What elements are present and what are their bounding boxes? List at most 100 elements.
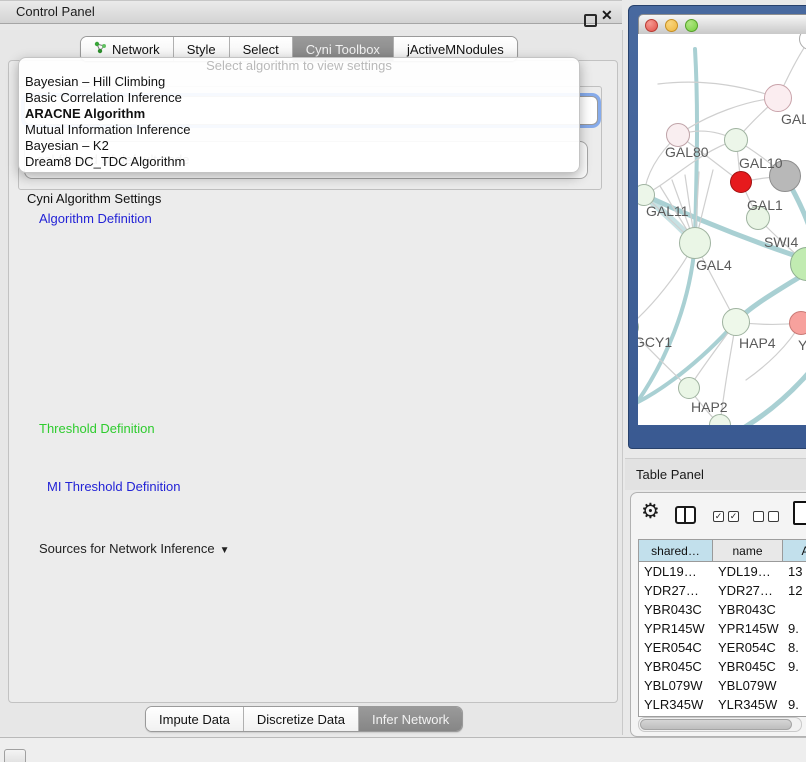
corner-button[interactable] bbox=[4, 749, 26, 762]
table-cell: 8. bbox=[783, 638, 806, 657]
table-row[interactable]: YBR043CYBR043C bbox=[639, 600, 806, 619]
network-icon bbox=[94, 41, 107, 57]
tab-label: Style bbox=[187, 42, 216, 57]
algorithm-dropdown-popup: Select algorithm to view settingsBayesia… bbox=[18, 57, 580, 173]
zoom-traffic-light-icon[interactable] bbox=[685, 19, 698, 32]
table-row[interactable]: YLR345WYLR345W9. bbox=[639, 695, 806, 714]
table-cell: 9. bbox=[783, 657, 806, 676]
close-icon[interactable]: ✕ bbox=[601, 4, 613, 26]
node-label-gal4: GAL4 bbox=[696, 257, 732, 273]
settings-group-title: Cyni Algorithm Settings bbox=[24, 191, 164, 206]
node-label-y: Y bbox=[798, 337, 806, 353]
node-label-swi4: SWI4 bbox=[764, 234, 798, 250]
table-cell: YDR27… bbox=[639, 581, 713, 600]
panel-title: Control Panel bbox=[16, 1, 95, 23]
network-edge[interactable] bbox=[658, 82, 778, 98]
table-row[interactable]: YBR045CYBR045C9. bbox=[639, 657, 806, 676]
tab-discretize-data[interactable]: Discretize Data bbox=[244, 707, 359, 731]
node-label-gal10: GAL10 bbox=[739, 155, 783, 171]
table-cell: YBL079W bbox=[639, 676, 713, 695]
cyni-mode-tabs: Impute Data Discretize Data Infer Network bbox=[145, 706, 463, 732]
table-cell bbox=[783, 676, 806, 695]
control-panel-titlebar: Control Panel ✕ bbox=[0, 0, 622, 24]
column-header-shared[interactable]: shared… bbox=[639, 540, 713, 562]
node-label-hap2: HAP2 bbox=[691, 399, 728, 415]
algorithm-definition-title: Algorithm Definition bbox=[36, 211, 155, 226]
tab-label: Impute Data bbox=[159, 712, 230, 727]
table-cell: YDR27… bbox=[713, 581, 783, 600]
node-label-gal80: GAL80 bbox=[665, 144, 709, 160]
table-panel-titlebar: Table Panel bbox=[625, 458, 806, 490]
algorithm-item-basic-correlation-inference[interactable]: Basic Correlation Inference bbox=[19, 90, 579, 106]
tab-label: Infer Network bbox=[372, 712, 449, 727]
table-cell: YER054C bbox=[713, 638, 783, 657]
table-cell: YBL079W bbox=[713, 676, 783, 695]
algorithm-item-bayesian-k2[interactable]: Bayesian – K2 bbox=[19, 138, 579, 154]
algorithm-item-mutual-information-inference[interactable]: Mutual Information Inference bbox=[19, 122, 579, 138]
minimize-traffic-light-icon[interactable] bbox=[665, 19, 678, 32]
close-traffic-light-icon[interactable] bbox=[645, 19, 658, 32]
float-window-icon[interactable] bbox=[584, 14, 597, 27]
network-node[interactable] bbox=[679, 227, 711, 259]
table-panel-title: Table Panel bbox=[636, 459, 704, 490]
table-cell: 13 bbox=[783, 562, 806, 581]
table-row[interactable]: YER054CYER054C8. bbox=[639, 638, 806, 657]
table-row[interactable]: YDR27…YDR27…12 bbox=[639, 581, 806, 600]
network-node[interactable] bbox=[730, 171, 752, 193]
network-window-titlebar[interactable] bbox=[638, 14, 806, 36]
table-row[interactable]: YDL19…YDL19…13 bbox=[639, 562, 806, 581]
status-bar bbox=[0, 737, 806, 762]
network-node[interactable] bbox=[722, 308, 750, 336]
collapse-arrow-icon[interactable]: ▼ bbox=[220, 545, 230, 556]
table-cell bbox=[783, 600, 806, 619]
tab-label: Select bbox=[243, 42, 279, 57]
table-cell: YLR345W bbox=[713, 695, 783, 714]
table-cell: 12 bbox=[783, 581, 806, 600]
algorithm-item-aracne-algorithm[interactable]: ARACNE Algorithm bbox=[19, 106, 579, 122]
network-edge[interactable] bbox=[740, 364, 806, 425]
sources-group-title[interactable]: Sources for Network Inference▼ bbox=[36, 541, 232, 556]
table-cell: YPR145W bbox=[713, 619, 783, 638]
node-label-gal11: GAL11 bbox=[646, 203, 689, 219]
tab-label: Discretize Data bbox=[257, 712, 345, 727]
table-cell: 9. bbox=[783, 695, 806, 714]
algorithm-item-bayesian-hill-climbing[interactable]: Bayesian – Hill Climbing bbox=[19, 74, 579, 90]
table-cell: YDL19… bbox=[639, 562, 713, 581]
table-cell: YBR045C bbox=[639, 657, 713, 676]
node-label-gal1: GAL1 bbox=[747, 197, 783, 213]
popup-placeholder: Select algorithm to view settings bbox=[19, 58, 579, 74]
network-canvas[interactable]: GAL GAL80 GAL10 GAL1 GAL11 SWI4 GAL4 GCY1 HAP4 Y H… bbox=[638, 34, 806, 425]
tab-label: Cyni Toolbox bbox=[306, 42, 380, 57]
table-cell: 9. bbox=[783, 619, 806, 638]
column-header-a[interactable]: A bbox=[783, 540, 806, 562]
split-columns-icon[interactable] bbox=[675, 506, 696, 524]
node-table: shared…nameAYDL19…YDL19…13YDR27…YDR27…12… bbox=[638, 539, 806, 717]
algorithm-item-dream8-dc-tdc-algorithm[interactable]: Dream8 DC_TDC Algorithm bbox=[19, 154, 579, 170]
tab-impute-data[interactable]: Impute Data bbox=[146, 707, 244, 731]
show-columns-icon[interactable]: ✓✓ bbox=[713, 511, 739, 522]
mi-threshold-definition-title: MI Threshold Definition bbox=[44, 479, 183, 494]
export-table-icon[interactable] bbox=[793, 501, 806, 525]
settings-gear-icon[interactable]: ⚙ bbox=[641, 501, 660, 523]
network-node[interactable] bbox=[789, 311, 806, 335]
table-cell: YDL19… bbox=[713, 562, 783, 581]
hide-columns-icon[interactable] bbox=[753, 511, 779, 522]
tab-label: jActiveMNodules bbox=[407, 42, 504, 57]
table-cell: YLR345W bbox=[639, 695, 713, 714]
scrollbar-thumb[interactable] bbox=[640, 719, 792, 730]
node-label-gal: GAL bbox=[781, 111, 806, 127]
table-cell: YBR043C bbox=[713, 600, 783, 619]
column-header-name[interactable]: name bbox=[713, 540, 783, 562]
tab-infer-network[interactable]: Infer Network bbox=[359, 707, 462, 731]
node-label-gcy1: GCY1 bbox=[638, 334, 672, 350]
table-cell: YBR043C bbox=[639, 600, 713, 619]
network-node[interactable] bbox=[678, 377, 700, 399]
network-view-window: GAL GAL80 GAL10 GAL1 GAL11 SWI4 GAL4 GCY1 HAP4 Y H… bbox=[628, 5, 806, 449]
tab-label: Network bbox=[112, 42, 160, 57]
table-row[interactable]: YPR145WYPR145W9. bbox=[639, 619, 806, 638]
node-label-hap4: HAP4 bbox=[739, 335, 776, 351]
table-row[interactable]: YBL079WYBL079W bbox=[639, 676, 806, 695]
network-node[interactable] bbox=[724, 128, 748, 152]
network-node[interactable] bbox=[764, 84, 792, 112]
table-horizontal-scrollbar[interactable] bbox=[638, 717, 802, 732]
